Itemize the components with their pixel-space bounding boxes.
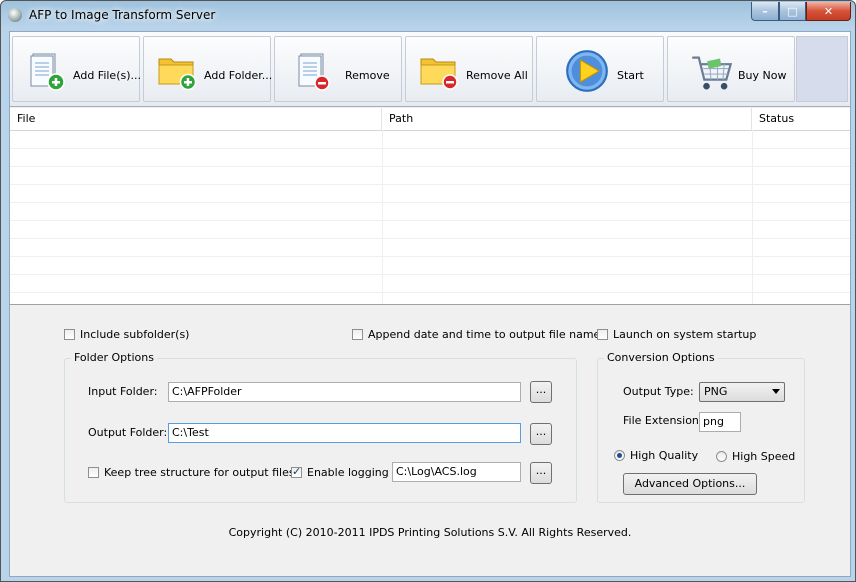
table-row (10, 239, 850, 257)
shopping-cart-icon (692, 56, 733, 90)
title-bar[interactable]: AFP to Image Transform Server – □ ✕ (1, 1, 855, 31)
folder-options-title: Folder Options (71, 351, 157, 364)
start-button[interactable]: Start (536, 36, 664, 102)
advanced-options-button[interactable]: Advanced Options... (623, 473, 757, 495)
app-icon (8, 8, 22, 22)
table-row (10, 221, 850, 239)
remove-file-icon (298, 53, 330, 91)
maximize-icon: □ (787, 4, 798, 18)
table-row (10, 257, 850, 275)
enable-logging-label: Enable logging (307, 466, 389, 479)
high-speed-radio[interactable] (716, 451, 727, 462)
conversion-options-title: Conversion Options (604, 351, 718, 364)
folder-options-group: Folder Options Input Folder: C:\AFPFolde… (64, 351, 577, 503)
main-window: AFP to Image Transform Server – □ ✕ Add … (0, 0, 856, 582)
launch-startup-label: Launch on system startup (613, 328, 757, 341)
buy-now-label: Buy Now (738, 69, 787, 82)
caption-buttons: – □ ✕ (751, 2, 851, 21)
table-row (10, 167, 850, 185)
include-subfolders-label: Include subfolder(s) (80, 328, 190, 341)
file-extension-label: File Extension: (623, 414, 703, 427)
add-folder-label: Add Folder... (204, 69, 273, 82)
column-header-path[interactable]: Path (382, 108, 752, 130)
remove-label: Remove (345, 69, 390, 82)
output-folder-label: Output Folder: (88, 426, 168, 439)
output-folder-field[interactable]: C:\Test (168, 423, 521, 443)
append-datetime-checkbox[interactable] (352, 329, 363, 340)
add-files-button[interactable]: Add File(s)... (12, 36, 142, 102)
enable-logging-checkbox[interactable] (291, 465, 302, 478)
window-title: AFP to Image Transform Server (29, 8, 216, 22)
minimize-button[interactable]: – (751, 2, 779, 21)
output-type-select[interactable]: PNG (699, 382, 785, 402)
column-header-file[interactable]: File (10, 108, 382, 130)
keep-tree-label: Keep tree structure for output files (104, 466, 295, 479)
input-folder-field[interactable]: C:\AFPFolder (168, 382, 521, 402)
table-row (10, 275, 850, 293)
buy-now-button[interactable]: Buy Now (667, 36, 795, 102)
include-subfolders-checkbox[interactable] (64, 329, 75, 340)
play-icon (566, 50, 608, 92)
table-row (10, 185, 850, 203)
remove-all-folder-icon (420, 58, 458, 90)
table-row (10, 131, 850, 149)
close-icon: ✕ (823, 4, 834, 18)
file-list[interactable]: File Path Status (10, 108, 850, 305)
column-header-status[interactable]: Status (752, 108, 850, 130)
copyright-text: Copyright (C) 2010-2011 IPDS Printing So… (228, 526, 632, 539)
high-quality-radio[interactable] (614, 450, 625, 461)
input-folder-browse-button[interactable]: ... (530, 381, 552, 403)
high-quality-label: High Quality (630, 449, 699, 462)
launch-startup-checkbox[interactable] (597, 329, 608, 340)
remove-all-button[interactable]: Remove All (405, 36, 533, 102)
toolbar-spacer (796, 36, 848, 102)
file-list-header: File Path Status (10, 108, 850, 131)
output-type-value: PNG (704, 385, 728, 398)
remove-button[interactable]: Remove (274, 36, 402, 102)
maximize-button[interactable]: □ (779, 2, 806, 21)
output-type-label: Output Type: (623, 385, 694, 398)
file-extension-field[interactable]: png (699, 412, 741, 432)
log-path-field[interactable]: C:\Log\ACS.log (392, 462, 521, 482)
add-files-label: Add File(s)... (73, 69, 142, 82)
client-area: Add File(s)... Add Folder... Remove Remo… (9, 31, 851, 577)
log-path-browse-button[interactable]: ... (530, 462, 552, 484)
toolbar: Add File(s)... Add Folder... Remove Remo… (10, 32, 850, 107)
remove-all-label: Remove All (466, 69, 528, 82)
output-folder-browse-button[interactable]: ... (530, 423, 552, 445)
start-label: Start (617, 69, 644, 82)
high-speed-label: High Speed (732, 450, 796, 463)
table-row (10, 149, 850, 167)
close-button[interactable]: ✕ (806, 2, 851, 21)
chevron-down-icon (772, 389, 780, 394)
minimize-icon: – (762, 4, 768, 18)
keep-tree-checkbox[interactable] (88, 467, 99, 478)
conversion-options-group: Conversion Options Output Type: PNG File… (597, 351, 805, 503)
add-folder-icon (158, 58, 197, 91)
append-datetime-label: Append date and time to output file name (368, 328, 601, 341)
input-folder-label: Input Folder: (88, 385, 158, 398)
add-file-icon (30, 53, 65, 91)
table-row (10, 203, 850, 221)
add-folder-button[interactable]: Add Folder... (143, 36, 273, 102)
